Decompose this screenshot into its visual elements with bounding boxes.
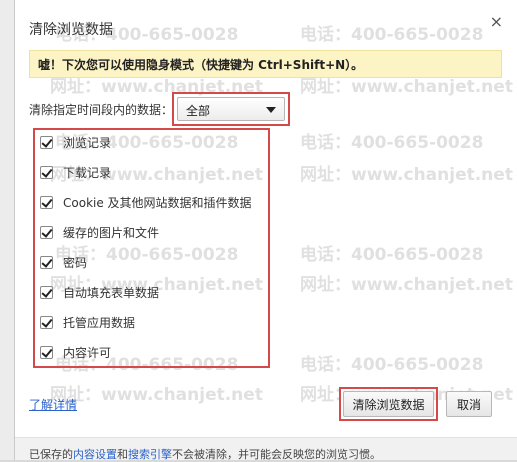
checkbox-label: 内容许可 [63, 345, 112, 360]
time-range-select[interactable]: 全部 [177, 97, 285, 121]
footer-note: 已保存的内容设置和搜索引擎不会被清除，并可能会反映您的浏览习惯。 [15, 437, 517, 461]
checkbox-hosted-app-data[interactable]: 托管应用数据 [40, 313, 135, 331]
watermark-site: 网址：www.chanjet.net [300, 165, 513, 185]
time-range-value: 全部 [186, 104, 211, 118]
checkbox-checked-icon[interactable] [40, 345, 53, 359]
background-page [0, 0, 14, 460]
search-engines-link[interactable]: 搜索引擎 [128, 448, 172, 461]
checkbox-label: Cookie 及其他网站数据和插件数据 [63, 195, 252, 210]
watermark-phone: 电话：400-665-0028 [300, 355, 484, 375]
clear-button-highlight: 清除浏览数据 [339, 387, 438, 421]
checkbox-content-licenses[interactable]: 内容许可 [40, 343, 111, 361]
data-type-checklist: 浏览记录 下载记录 Cookie 及其他网站数据和插件数据 缓存的图片和文件 密… [33, 128, 270, 368]
checkbox-label: 缓存的图片和文件 [63, 225, 160, 240]
checkbox-downloads[interactable]: 下载记录 [40, 163, 111, 181]
clear-browsing-data-button[interactable]: 清除浏览数据 [343, 391, 434, 417]
watermark-site: 网址：www.chanjet.net [50, 385, 263, 405]
incognito-tip: 嘘！下次您可以使用隐身模式（快捷键为 Ctrl+Shift+N）。 [29, 50, 502, 78]
checkbox-label: 密码 [63, 255, 88, 270]
checkbox-autofill[interactable]: 自动填充表单数据 [40, 283, 159, 301]
footer-and: 和 [117, 448, 128, 461]
checkbox-checked-icon[interactable] [40, 195, 53, 209]
time-range-highlight: 全部 [172, 92, 290, 126]
dialog-title: 清除浏览数据 [29, 22, 113, 38]
checkbox-checked-icon[interactable] [40, 165, 53, 179]
checkbox-checked-icon[interactable] [40, 285, 53, 299]
chevron-down-icon [266, 107, 276, 113]
checkbox-cache[interactable]: 缓存的图片和文件 [40, 223, 159, 241]
content-settings-link[interactable]: 内容设置 [73, 448, 117, 461]
close-icon[interactable]: × [490, 12, 503, 31]
checkbox-passwords[interactable]: 密码 [40, 253, 87, 271]
checkbox-label: 托管应用数据 [63, 315, 136, 330]
checkbox-label: 下载记录 [63, 165, 112, 180]
checkbox-history[interactable]: 浏览记录 [40, 133, 111, 151]
footer-suffix: 不会被清除，并可能会反映您的浏览习惯。 [172, 448, 381, 461]
watermark-site: 网址：www.chanjet.net [300, 275, 513, 295]
checkbox-checked-icon[interactable] [40, 225, 53, 239]
checkbox-checked-icon[interactable] [40, 255, 53, 269]
checkbox-cookies[interactable]: Cookie 及其他网站数据和插件数据 [40, 193, 252, 211]
footer-prefix: 已保存的 [29, 448, 73, 461]
checkbox-label: 自动填充表单数据 [63, 285, 160, 300]
learn-more-link[interactable]: 了解详情 [29, 396, 77, 413]
clear-browsing-data-dialog: 电话：400-665-0028 电话：400-665-0028 网址：www.c… [14, 0, 517, 461]
checkbox-label: 浏览记录 [63, 135, 112, 150]
checkbox-checked-icon[interactable] [40, 315, 53, 329]
time-range-label: 清除指定时间段内的数据： [29, 103, 174, 117]
watermark-phone: 电话：400-665-0028 [300, 133, 484, 153]
cancel-button[interactable]: 取消 [446, 391, 492, 417]
checkbox-checked-icon[interactable] [40, 135, 53, 149]
watermark-phone: 电话：400-665-0028 [300, 245, 484, 265]
watermark-phone: 电话：400-665-0028 [300, 25, 484, 45]
